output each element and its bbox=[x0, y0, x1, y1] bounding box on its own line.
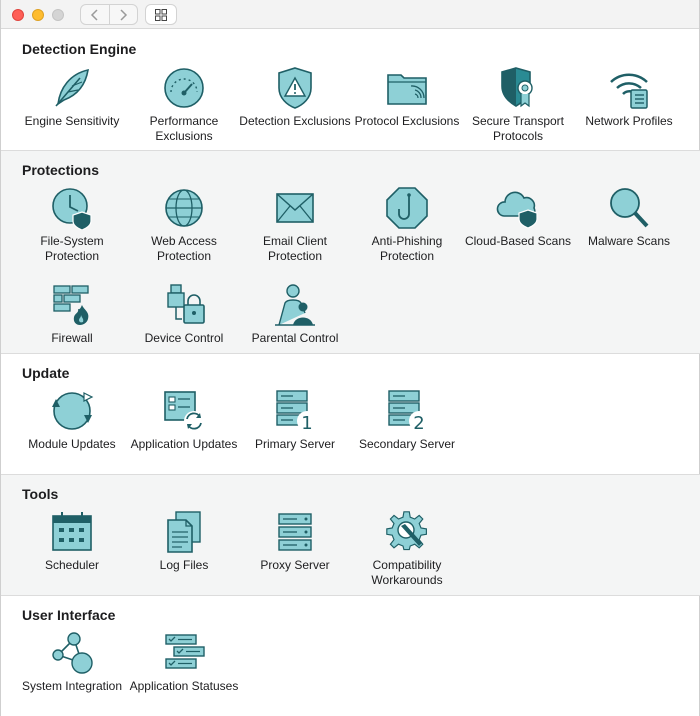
chevron-right-icon bbox=[120, 8, 128, 21]
pref-proxy-server[interactable]: Proxy Server bbox=[239, 510, 351, 573]
pref-label: Engine Sensitivity bbox=[24, 114, 120, 128]
calendar-icon bbox=[52, 512, 92, 551]
pref-device-control[interactable]: Device Control bbox=[128, 283, 240, 346]
hook-octagon-icon bbox=[386, 187, 428, 229]
pref-file-system-protection[interactable]: File-System Protection bbox=[16, 186, 128, 264]
grid-icon bbox=[155, 8, 167, 21]
section-title: Update bbox=[22, 365, 70, 381]
globe-icon bbox=[165, 189, 203, 227]
pref-label: Secure Transport Protocols bbox=[471, 114, 565, 143]
pref-malware-scans[interactable]: Malware Scans bbox=[573, 186, 685, 249]
envelope-icon bbox=[276, 193, 314, 223]
pref-label: Malware Scans bbox=[587, 234, 671, 248]
app-refresh-icon bbox=[164, 391, 204, 431]
folder-wifi-icon bbox=[387, 74, 427, 105]
show-all-button[interactable] bbox=[145, 4, 177, 25]
section-title: User Interface bbox=[22, 607, 116, 623]
pref-label: Compatibility Workarounds bbox=[371, 558, 443, 587]
pref-engine-sensitivity[interactable]: Engine Sensitivity bbox=[16, 66, 128, 129]
pref-anti-phishing-protection[interactable]: Anti-Phishing Protection bbox=[351, 186, 463, 264]
parental-icon bbox=[275, 284, 315, 326]
pref-label: Email Client Protection bbox=[262, 234, 328, 263]
pref-label: Detection Exclusions bbox=[239, 114, 351, 128]
wifi-list-icon bbox=[610, 73, 648, 109]
cloud-shield-icon bbox=[496, 191, 538, 229]
svg-text:1: 1 bbox=[301, 413, 312, 433]
pref-firewall[interactable]: Firewall bbox=[16, 283, 128, 346]
pref-label: Secondary Server bbox=[358, 437, 456, 451]
gear-wrench-icon bbox=[386, 511, 427, 551]
pref-scheduler[interactable]: Scheduler bbox=[16, 510, 128, 573]
pref-web-access-protection[interactable]: Web Access Protection bbox=[128, 186, 240, 264]
close-button[interactable] bbox=[12, 9, 24, 21]
firewall-icon bbox=[53, 285, 89, 325]
zoom-button[interactable] bbox=[52, 9, 64, 21]
feather-icon bbox=[55, 68, 89, 107]
section-title: Tools bbox=[22, 486, 59, 502]
pref-log-files[interactable]: Log Files bbox=[128, 510, 240, 573]
pref-application-updates[interactable]: Application Updates bbox=[128, 389, 240, 452]
pref-label: Application Statuses bbox=[129, 679, 239, 693]
pref-network-profiles[interactable]: Network Profiles bbox=[573, 66, 685, 129]
documents-icon bbox=[167, 511, 201, 553]
pref-module-updates[interactable]: Module Updates bbox=[16, 389, 128, 452]
server-2-icon: 2 bbox=[388, 390, 429, 433]
pref-application-statuses[interactable]: Application Statuses bbox=[128, 631, 240, 694]
clock-shield-icon bbox=[52, 188, 92, 230]
pref-label: Web Access Protection bbox=[151, 234, 217, 263]
warning-shield-icon bbox=[278, 67, 312, 109]
gauge-icon bbox=[164, 68, 204, 108]
server-icon bbox=[278, 513, 312, 551]
chevron-left-icon bbox=[90, 8, 98, 21]
pref-system-integration[interactable]: System Integration bbox=[16, 631, 128, 694]
section-title: Protections bbox=[22, 162, 100, 178]
pref-label: Network Profiles bbox=[585, 114, 673, 128]
pref-label: Device Control bbox=[144, 331, 224, 345]
pref-cloud-based-scans[interactable]: Cloud-Based Scans bbox=[462, 186, 574, 249]
navigation-buttons bbox=[80, 4, 138, 25]
pref-detection-exclusions[interactable]: Detection Exclusions bbox=[239, 66, 351, 129]
pref-email-client-protection[interactable]: Email Client Protection bbox=[239, 186, 351, 264]
pref-label: Proxy Server bbox=[260, 558, 330, 572]
back-button[interactable] bbox=[81, 5, 110, 24]
server-1-icon: 1 bbox=[276, 390, 317, 433]
usb-lock-icon bbox=[167, 284, 205, 324]
pref-label: Application Updates bbox=[130, 437, 238, 451]
refresh-circle-icon bbox=[52, 392, 94, 430]
section-user-interface: User Interface System Integration Applic… bbox=[1, 596, 700, 716]
svg-text:2: 2 bbox=[413, 413, 424, 433]
magnifier-icon bbox=[610, 188, 649, 228]
pref-label: Anti-Phishing Protection bbox=[371, 234, 443, 263]
section-title: Detection Engine bbox=[22, 41, 137, 57]
pref-label: Firewall bbox=[51, 331, 93, 345]
pref-secondary-server[interactable]: 2 Secondary Server bbox=[351, 389, 463, 452]
minimize-button[interactable] bbox=[32, 9, 44, 21]
pref-label: Scheduler bbox=[44, 558, 100, 572]
pref-label: Log Files bbox=[159, 558, 209, 572]
nodes-icon bbox=[52, 632, 93, 674]
pref-parental-control[interactable]: Parental Control bbox=[239, 283, 351, 346]
preferences-window: Detection Engine Engine Sensitivity Perf… bbox=[0, 0, 700, 716]
pref-label: Protocol Exclusions bbox=[354, 114, 460, 128]
pref-label: Performance Exclusions bbox=[149, 114, 219, 143]
forward-button[interactable] bbox=[110, 5, 138, 24]
pref-label: Module Updates bbox=[28, 437, 116, 451]
status-list-icon bbox=[165, 634, 205, 669]
pref-label: Parental Control bbox=[251, 331, 339, 345]
pref-label: Primary Server bbox=[254, 437, 335, 451]
pref-label: Cloud-Based Scans bbox=[464, 234, 572, 248]
pref-label: File-System Protection bbox=[40, 234, 104, 263]
section-update: Update Module Updates Application Update… bbox=[1, 354, 700, 475]
section-tools: Tools Scheduler Log Files Proxy Server C… bbox=[1, 475, 700, 596]
pref-primary-server[interactable]: 1 Primary Server bbox=[239, 389, 351, 452]
title-bar bbox=[1, 0, 699, 29]
shield-certificate-icon bbox=[501, 67, 533, 108]
pref-label: System Integration bbox=[21, 679, 123, 693]
section-protections: Protections File-System Protection Web A… bbox=[1, 151, 700, 354]
pref-secure-transport-protocols[interactable]: Secure Transport Protocols bbox=[462, 66, 574, 144]
pref-protocol-exclusions[interactable]: Protocol Exclusions bbox=[351, 66, 463, 129]
pref-performance-exclusions[interactable]: Performance Exclusions bbox=[128, 66, 240, 144]
pref-compatibility-workarounds[interactable]: Compatibility Workarounds bbox=[351, 510, 463, 588]
section-detection-engine: Detection Engine Engine Sensitivity Perf… bbox=[1, 30, 700, 151]
